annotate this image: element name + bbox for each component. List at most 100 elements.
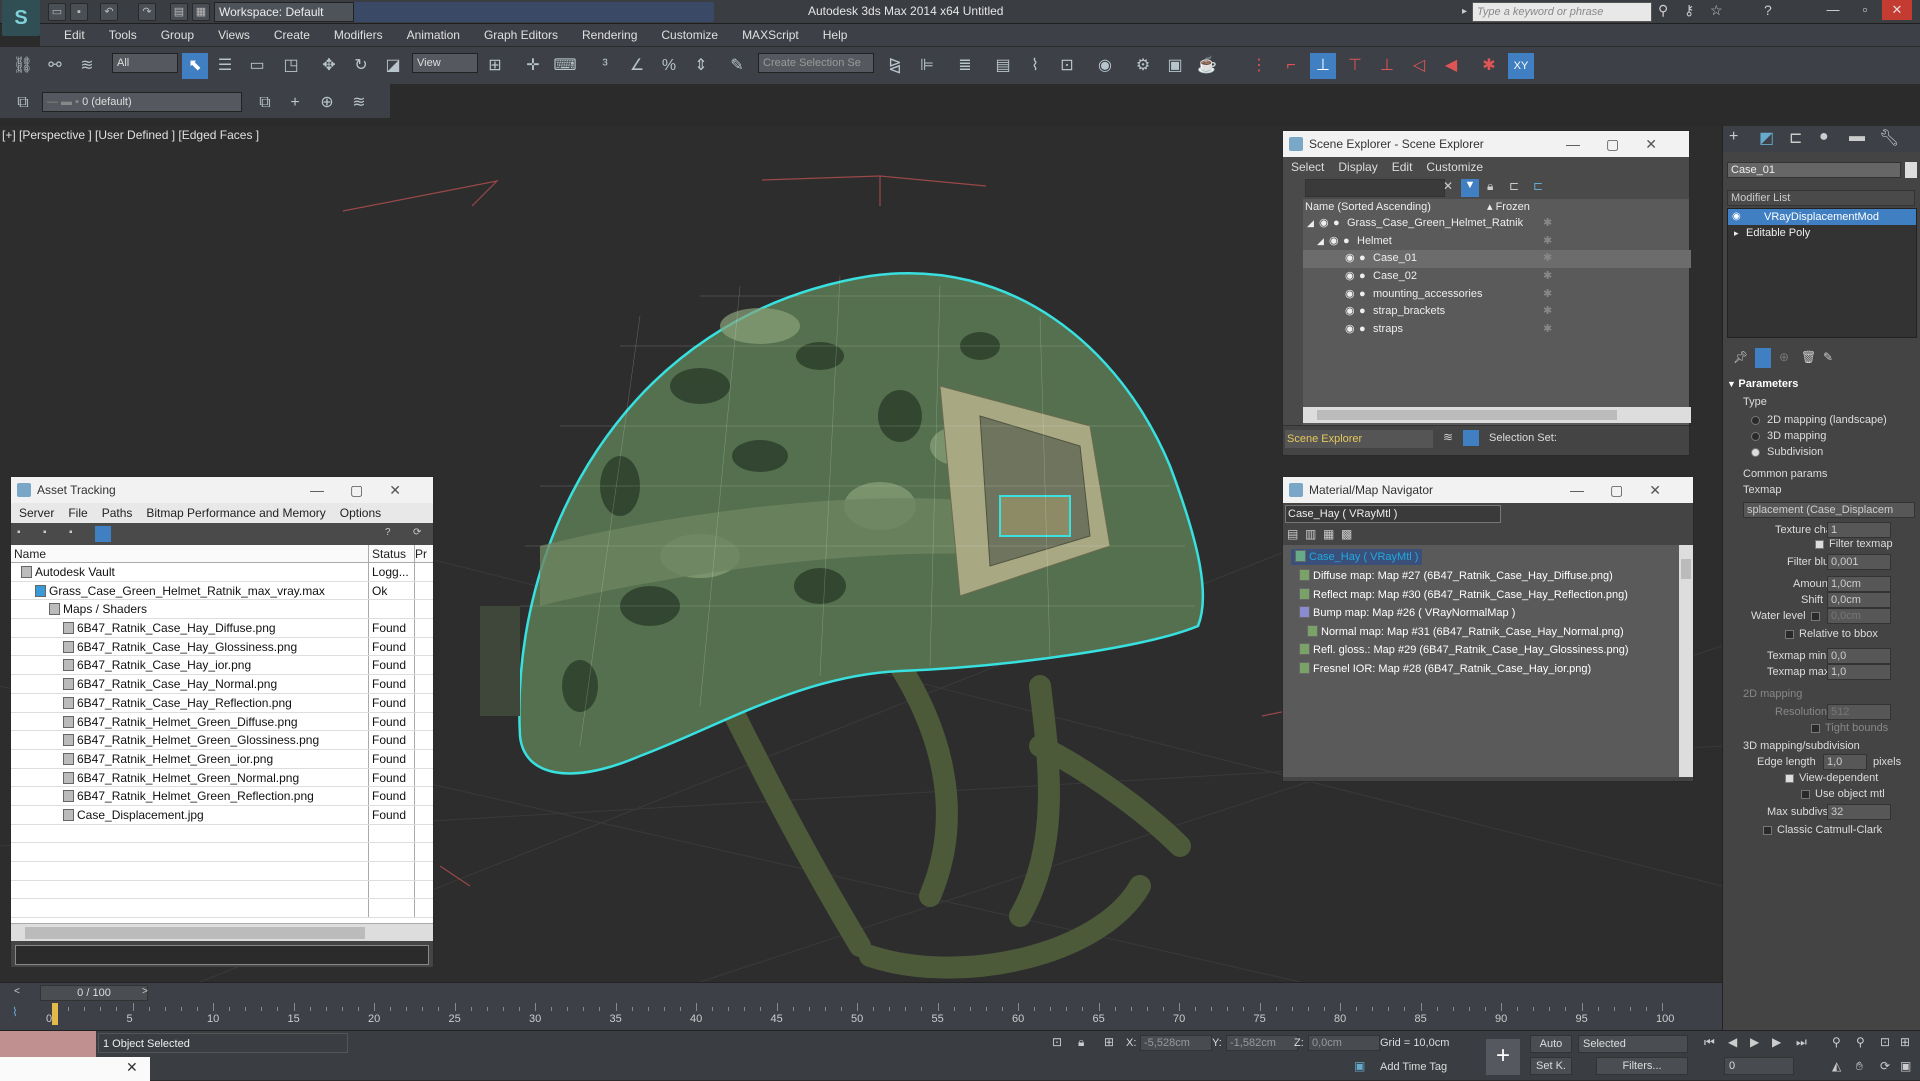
rotate-icon[interactable]: ↻ (348, 53, 374, 79)
modifier-list-dropdown[interactable]: Modifier List (1727, 190, 1915, 206)
pivot-center-icon[interactable]: ⊞ (482, 53, 508, 79)
binoculars-icon[interactable]: ⚲ (1658, 2, 1668, 19)
xy-plane-icon[interactable]: XY (1508, 53, 1534, 79)
spinner-snap-icon[interactable]: ⇕ (688, 53, 714, 79)
render-production-icon[interactable]: ☕ (1194, 53, 1220, 79)
menu-tools[interactable]: Tools (109, 28, 137, 42)
move-icon[interactable]: ✥ (316, 53, 342, 79)
asset-row[interactable]: 6B47_Ratnik_Case_Hay_ior.png Found (11, 656, 433, 676)
show-end-result-icon[interactable] (1755, 348, 1771, 368)
asset-row[interactable]: Grass_Case_Green_Helmet_Ratnik_max_vray.… (11, 581, 433, 601)
parameters-rollout[interactable]: ▼ Parameters (1727, 378, 1917, 394)
utilities-tab-icon[interactable]: 🔧︎ (1879, 128, 1899, 148)
schematic-view-icon[interactable]: ⊡ (1054, 53, 1080, 79)
asset-row[interactable]: Autodesk Vault Logg... (11, 563, 433, 582)
menu-customize[interactable]: Customize (661, 28, 718, 42)
asset-row[interactable]: 6B47_Ratnik_Helmet_Green_Glossiness.png F… (11, 731, 433, 750)
menu-modifiers[interactable]: Modifiers (334, 28, 383, 42)
select-object-icon[interactable]: ⬉ (182, 53, 208, 79)
create-tab-icon[interactable]: + (1729, 128, 1738, 146)
snap-midpoint-icon[interactable]: ⊥ (1310, 53, 1336, 79)
menu-views[interactable]: Views (218, 28, 250, 42)
rectangle-selection-icon[interactable]: ▭ (244, 53, 270, 79)
keyboard-shortcut-icon[interactable]: ⌨ (552, 53, 578, 79)
z-coordinate-field[interactable]: 0,0cm (1308, 1035, 1380, 1051)
asset-menu-file[interactable]: File (68, 503, 87, 523)
unlink-icon[interactable]: ⚯ (42, 53, 68, 79)
selection-filter-dropdown[interactable]: All (112, 53, 178, 73)
prev-key-icon[interactable]: ◀ (1728, 1035, 1737, 1049)
visibility-eye-icon[interactable]: ◉ (1319, 215, 1329, 232)
render-setup-icon[interactable]: ⚙ (1130, 53, 1156, 79)
visibility-eye-icon[interactable]: ◉ (1329, 233, 1339, 250)
save-icon[interactable]: ▪ (70, 3, 88, 21)
y-coordinate-field[interactable]: -1,582cm (1226, 1035, 1298, 1051)
listener-close-icon[interactable]: ✕ (126, 1059, 138, 1076)
maxscript-mini-listener[interactable]: ✕ (0, 1057, 150, 1081)
scene-hscroll-thumb[interactable] (1317, 410, 1617, 420)
display-tab-icon[interactable]: ▬ (1849, 128, 1865, 146)
asset-row[interactable]: 6B47_Ratnik_Helmet_Green_Reflection.png F… (11, 787, 433, 806)
remove-modifier-icon[interactable]: 🗑︎ (1801, 350, 1816, 364)
hold-icon[interactable]: ▦ (192, 3, 210, 21)
view-small-icons-icon[interactable]: ▦ (1323, 527, 1334, 541)
resolution-spinner[interactable]: 512 (1827, 704, 1891, 720)
scene-explorer-window-controls[interactable]: —▢✕ (1566, 131, 1683, 157)
layers-icon[interactable]: ⧉ (10, 90, 36, 116)
scene-hscroll[interactable] (1303, 407, 1691, 423)
material-root[interactable]: Case_Hay ( VRayMtl ) (1291, 549, 1423, 565)
snaps-toggle-icon[interactable]: ³ (592, 53, 618, 79)
asset-refresh-icon[interactable]: ⟳ (413, 527, 421, 538)
asset-list-icon[interactable]: ▪ (43, 527, 57, 541)
time-tag-icon[interactable]: ▣ (1354, 1059, 1365, 1073)
edge-length-spinner[interactable]: 1,0 (1823, 754, 1867, 770)
scene-search-input[interactable] (1305, 179, 1445, 197)
snap-face-icon[interactable]: ⊥ (1374, 53, 1400, 79)
shift-spinner[interactable]: 0,0cm (1827, 592, 1891, 608)
material-name-field[interactable]: Case_Hay ( VRayMtl ) (1285, 505, 1501, 523)
asset-path-field[interactable] (15, 945, 429, 965)
menu-maxscript[interactable]: MAXScript (742, 28, 799, 42)
layer-manager-icon[interactable]: ≣ (952, 53, 978, 79)
redo-icon[interactable]: ↷ (138, 3, 156, 21)
menu-help[interactable]: Help (823, 28, 848, 42)
x-coordinate-field[interactable]: -5,528cm (1140, 1035, 1212, 1051)
freeze-icon[interactable]: ✱ (1543, 250, 1552, 267)
filter-icon[interactable]: ▼ (1461, 179, 1479, 197)
col-proxy[interactable]: Pr (415, 545, 429, 562)
asset-hscroll-thumb[interactable] (25, 927, 365, 939)
texture-chan-spinner[interactable]: 1 (1827, 522, 1891, 538)
curve-editor-mini-icon[interactable]: ⌇ (12, 1005, 18, 1019)
scene-menu-edit[interactable]: Edit (1392, 157, 1413, 177)
maxscript-listener-pink[interactable] (0, 1031, 96, 1057)
rendered-frame-window-icon[interactable]: ▣ (1162, 53, 1188, 79)
layers-explorer-icon[interactable]: ≋ (1443, 430, 1453, 444)
asset-row[interactable]: 6B47_Ratnik_Case_Hay_Normal.png Found (11, 675, 433, 694)
current-frame-marker[interactable] (52, 1003, 58, 1025)
water-level-spinner[interactable]: 0,0cm (1827, 608, 1891, 624)
asset-row[interactable]: 6B47_Ratnik_Helmet_Green_Diffuse.png Foun… (11, 712, 433, 732)
modifier-vray-displacement[interactable]: ◉ VRayDisplacementMod (1728, 209, 1916, 225)
app-menu-button[interactable]: S (2, 0, 40, 36)
asset-view-icon[interactable]: ▪ (17, 527, 31, 541)
material-map-row[interactable]: Refl. gloss.: Map #29 (6B47_Ratnik_Case_… (1299, 641, 1669, 660)
undo-icon[interactable]: ↶ (100, 3, 118, 21)
snap-vertex-icon[interactable]: ⋮ (1246, 53, 1272, 79)
next-key-icon[interactable]: ▶ (1772, 1035, 1781, 1049)
asset-tracking-window-controls[interactable]: —▢✕ (310, 477, 427, 503)
pin-stack-icon[interactable]: 📌︎ (1733, 350, 1748, 364)
freeze-icon[interactable]: ✱ (1543, 233, 1552, 250)
isolate-selection-icon[interactable]: ⊡ (1052, 1035, 1062, 1049)
current-frame-field[interactable]: 0 (1724, 1057, 1794, 1075)
lock-icon[interactable]: 🔒︎ (1487, 179, 1493, 194)
selection-lock-icon[interactable]: 🔒︎ (1078, 1035, 1084, 1050)
snap-perp-icon[interactable]: ✱ (1476, 53, 1502, 79)
expand-toggle-icon[interactable]: ◢ (1317, 233, 1324, 250)
freeze-icon[interactable]: ✱ (1543, 268, 1552, 285)
pan-icon[interactable]: ✋︎ (1856, 1059, 1863, 1074)
asset-row[interactable]: 6B47_Ratnik_Case_Hay_Diffuse.png Found (11, 619, 433, 638)
mirror-icon[interactable]: ⧎ (882, 53, 908, 79)
filter-blur-spinner[interactable]: 0,001 (1827, 554, 1891, 570)
set-key-big-button[interactable]: + (1486, 1039, 1520, 1075)
freeze-icon[interactable]: ✱ (1543, 321, 1552, 338)
